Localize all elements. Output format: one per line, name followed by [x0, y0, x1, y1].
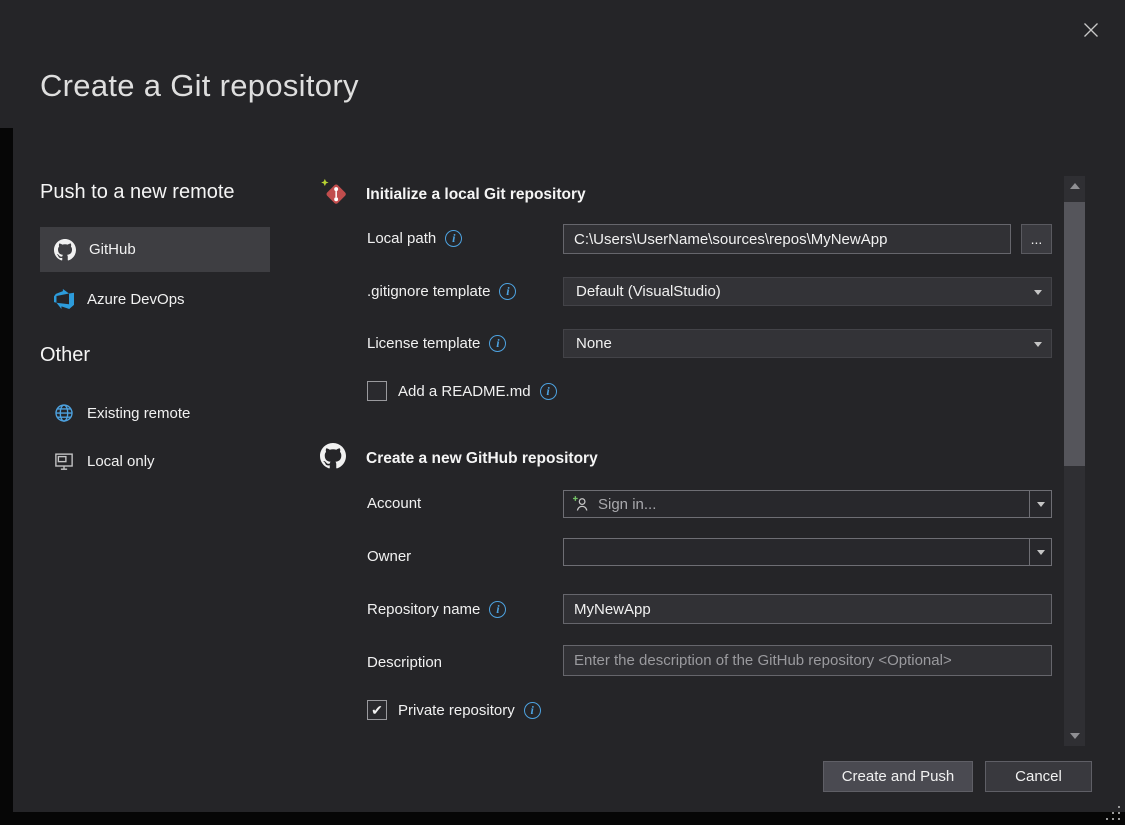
- description-input[interactable]: [563, 645, 1052, 676]
- account-value: Sign in...: [598, 496, 656, 513]
- readme-label: Add a README.md: [398, 383, 557, 400]
- browse-button[interactable]: ...: [1021, 224, 1052, 254]
- gitignore-info-icon[interactable]: [499, 283, 516, 300]
- license-label: License template: [367, 335, 506, 352]
- azure-devops-icon: [54, 289, 74, 309]
- gitignore-selected-value: Default (VisualStudio): [576, 283, 721, 300]
- scroll-up-icon[interactable]: [1064, 176, 1085, 196]
- sidebar-item-azure-devops-label: Azure DevOps: [87, 291, 185, 308]
- repository-name-input[interactable]: [563, 594, 1052, 624]
- readme-info-icon[interactable]: [540, 383, 557, 400]
- sidebar-item-existing-remote[interactable]: Existing remote: [40, 392, 270, 434]
- scroll-down-icon[interactable]: [1064, 726, 1085, 746]
- sidebar-item-github[interactable]: GitHub: [40, 227, 270, 272]
- private-repository-checkbox[interactable]: [367, 700, 387, 720]
- sidebar-item-local-only-label: Local only: [87, 453, 155, 470]
- dialog-title: Create a Git repository: [40, 68, 359, 104]
- chevron-down-icon: [1037, 550, 1045, 555]
- account-combobox[interactable]: Sign in...: [563, 490, 1052, 518]
- sidebar-item-github-label: GitHub: [89, 241, 136, 258]
- chevron-down-icon: [1034, 342, 1042, 347]
- new-repository-icon: [320, 178, 350, 213]
- computer-icon: [54, 451, 74, 471]
- local-path-label: Local path: [367, 230, 462, 247]
- sign-in-user-icon: [572, 495, 590, 513]
- chevron-down-icon: [1034, 290, 1042, 295]
- readme-checkbox[interactable]: [367, 381, 387, 401]
- license-dropdown[interactable]: None: [563, 329, 1052, 358]
- chevron-down-icon: [1037, 502, 1045, 507]
- other-heading: Other: [40, 344, 90, 367]
- sidebar-item-existing-remote-label: Existing remote: [87, 405, 190, 422]
- owner-label: Owner: [367, 548, 411, 565]
- owner-combobox[interactable]: [563, 538, 1052, 566]
- globe-icon: [54, 403, 74, 423]
- local-path-info-icon[interactable]: [445, 230, 462, 247]
- description-label: Description: [367, 654, 442, 671]
- account-dropdown-button[interactable]: [1029, 491, 1051, 517]
- sidebar-item-azure-devops[interactable]: Azure DevOps: [40, 278, 270, 320]
- vertical-scrollbar[interactable]: [1064, 176, 1085, 746]
- cancel-button[interactable]: Cancel: [985, 761, 1092, 792]
- gitignore-dropdown[interactable]: Default (VisualStudio): [563, 277, 1052, 306]
- private-repository-label: Private repository: [398, 702, 541, 719]
- repository-name-label: Repository name: [367, 601, 506, 618]
- create-git-repo-dialog: Create a Git repository Push to a new re…: [0, 0, 1125, 825]
- owner-dropdown-button[interactable]: [1029, 539, 1051, 565]
- repository-name-info-icon[interactable]: [489, 601, 506, 618]
- github-section-heading: Create a new GitHub repository: [366, 450, 598, 468]
- github-section-icon: [320, 443, 346, 474]
- resize-grip[interactable]: [1105, 806, 1120, 821]
- sidebar-item-local-only[interactable]: Local only: [40, 440, 270, 482]
- create-and-push-button[interactable]: Create and Push: [823, 761, 973, 792]
- private-repository-info-icon[interactable]: [524, 702, 541, 719]
- close-icon[interactable]: [1079, 18, 1103, 42]
- init-section-heading: Initialize a local Git repository: [366, 186, 586, 204]
- push-remote-heading: Push to a new remote: [40, 181, 235, 204]
- license-selected-value: None: [576, 335, 612, 352]
- account-label: Account: [367, 495, 421, 512]
- github-icon: [54, 239, 76, 261]
- scrollbar-thumb[interactable]: [1064, 202, 1085, 466]
- gitignore-label: .gitignore template: [367, 283, 516, 300]
- local-path-input[interactable]: [563, 224, 1011, 254]
- license-info-icon[interactable]: [489, 335, 506, 352]
- window-edge-bottom: [0, 812, 1125, 825]
- window-edge-left: [0, 128, 13, 825]
